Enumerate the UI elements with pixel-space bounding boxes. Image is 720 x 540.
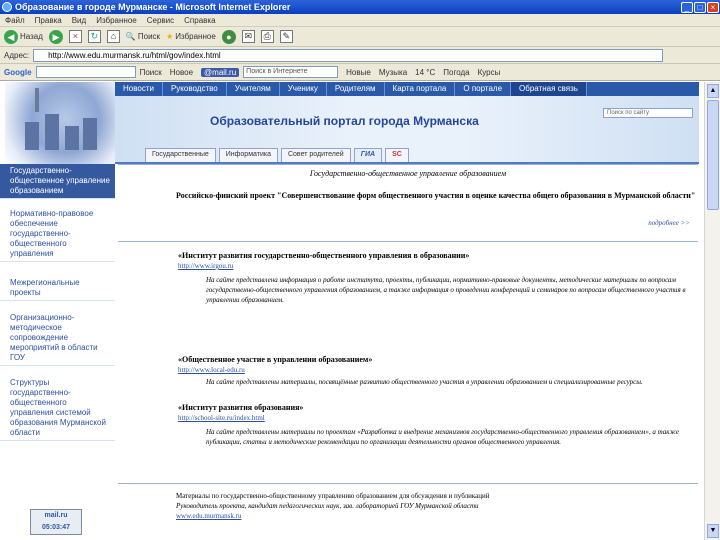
ie-icon [2, 2, 12, 12]
window-title-bar: Образование в городе Мурманске - Microso… [0, 0, 720, 14]
menu-view[interactable]: Вид [67, 16, 91, 25]
section-2-link[interactable]: http://www.local-edu.ru [178, 365, 678, 375]
page-title: Государственно-общественное управление о… [309, 169, 507, 178]
web-page: Новости Руководство Учителям Ученику Род… [0, 82, 704, 540]
section-1-text: На сайте представлена информация о работ… [206, 276, 686, 304]
star-icon: ★ [166, 32, 174, 41]
section-3-link[interactable]: http://school-site.ru/index.html [178, 413, 678, 423]
main-content: Государственно-общественное управление о… [118, 164, 698, 540]
mail-button[interactable]: ✉ [241, 30, 255, 43]
stop-button[interactable]: × [68, 30, 82, 43]
section-3-text: На сайте представлены материалы по проек… [206, 428, 680, 446]
search-icon: 🔍 [125, 32, 136, 41]
forward-button[interactable]: ▶ [48, 29, 63, 44]
mailru-search-input[interactable]: Поиск в Интернете [243, 66, 339, 78]
nav-parents[interactable]: Родителям [327, 82, 385, 96]
footer-line-1: Материалы по государственно-общественном… [176, 492, 490, 500]
nav-feedback[interactable]: Обратная связь [511, 82, 587, 96]
google-news-button[interactable]: Новое [170, 68, 193, 77]
menu-edit[interactable]: Правка [30, 16, 67, 25]
divider [118, 241, 698, 242]
search-button[interactable]: 🔍 Поиск [126, 32, 160, 41]
address-label: Адрес: [4, 50, 30, 60]
google-logo: Google [4, 67, 32, 77]
subtab-informatics[interactable]: Информатика [218, 148, 278, 162]
section-2-text: На сайте представлены материалы, посвящё… [206, 378, 643, 386]
nav-sitemap[interactable]: Карта портала [385, 82, 456, 96]
footer-link[interactable]: www.edu.murmansk.ru [176, 511, 696, 521]
back-button[interactable]: ◀ Назад [4, 29, 43, 44]
menu-favorites[interactable]: Избранное [91, 16, 142, 25]
section-1-title: «Институт развития государственно-общест… [178, 251, 470, 260]
scroll-thumb[interactable] [707, 100, 719, 210]
google-search-button[interactable]: Поиск [140, 68, 162, 77]
mailru-button[interactable]: @mail.ru [201, 67, 240, 77]
edit-button[interactable]: ✎ [279, 30, 293, 43]
sidebar-item-legal[interactable]: Нормативно-правовое обеспечение государс… [0, 207, 115, 262]
refresh-button[interactable]: ↻ [87, 30, 101, 43]
menu-help[interactable]: Справка [179, 16, 220, 25]
menu-tools[interactable]: Сервис [142, 16, 179, 25]
project-title[interactable]: Российско-финский проект "Совершенствова… [176, 191, 696, 201]
sidebar-item-projects[interactable]: Межрегиональные проекты [0, 276, 115, 301]
subtab-state[interactable]: Государственные [145, 148, 216, 162]
nav-management[interactable]: Руководство [163, 82, 227, 96]
back-arrow-icon: ◀ [4, 29, 18, 44]
site-title: Образовательный портал города Мурманска [210, 114, 479, 128]
more-link[interactable]: подробнее >> [648, 219, 690, 227]
section-tabs: Государственные Информатика Совет родите… [145, 148, 412, 162]
maximize-button[interactable]: □ [694, 1, 706, 13]
scroll-up-icon[interactable]: ▲ [707, 84, 719, 98]
menu-file[interactable]: Файл [0, 16, 30, 25]
home-button[interactable]: ⌂ [106, 30, 120, 43]
toolbar-link-rates[interactable]: Курсы [478, 68, 501, 77]
mail-icon: ✉ [241, 30, 255, 43]
home-icon: ⌂ [106, 30, 120, 43]
toolbar-weather[interactable]: 14 °C [415, 68, 435, 77]
section-3-title: «Институт развития образования» [178, 403, 304, 412]
divider [118, 483, 698, 484]
window-title: Образование в городе Мурманске - Microso… [15, 2, 291, 12]
edit-icon: ✎ [279, 30, 293, 43]
nav-news[interactable]: Новости [115, 82, 163, 96]
browser-toolbar: ◀ Назад ▶ × ↻ ⌂ 🔍 Поиск ★ Избранное ● ✉ … [0, 27, 720, 47]
stop-icon: × [68, 30, 82, 43]
visit-counter[interactable]: mail.ru 05:03:47 [30, 509, 82, 535]
subtab-gia[interactable]: ГИА [353, 148, 383, 162]
forward-arrow-icon: ▶ [48, 29, 63, 44]
sidebar-item-structures[interactable]: Структуры государственно-общественного у… [0, 376, 115, 441]
nav-students[interactable]: Ученику [280, 82, 327, 96]
toolbar-link-news[interactable]: Новые [346, 68, 371, 77]
site-search-input[interactable]: Поиск по сайту [603, 108, 693, 118]
address-bar: Адрес: http://www.edu.murmansk.ru/html/g… [0, 47, 720, 64]
toolbar-link-weather[interactable]: Погода [443, 68, 469, 77]
favorites-button[interactable]: ★ Избранное [166, 32, 216, 41]
toolbar-link-music[interactable]: Музыка [379, 68, 407, 77]
google-toolbar: Google Поиск Новое @mail.ru Поиск в Инте… [0, 64, 720, 81]
vertical-scrollbar[interactable]: ▲ ▼ [704, 82, 720, 540]
footer-line-2: Руководитель проекта, кандидат педагогич… [176, 502, 479, 510]
google-search-input[interactable] [35, 66, 136, 78]
address-input[interactable]: http://www.edu.murmansk.ru/html/gov/inde… [33, 48, 664, 62]
subtab-parents-council[interactable]: Совет родителей [280, 148, 351, 162]
scroll-down-icon[interactable]: ▼ [707, 524, 719, 538]
nav-about[interactable]: О портале [455, 82, 512, 96]
menu-bar: Файл Правка Вид Избранное Сервис Справка [0, 14, 720, 27]
print-button[interactable]: ⎙ [260, 30, 274, 43]
portal-logo-image [5, 82, 115, 164]
print-icon: ⎙ [260, 30, 274, 43]
site-nav: Новости Руководство Учителям Ученику Род… [115, 82, 699, 96]
subtab-sc[interactable]: SC [385, 148, 409, 162]
sidebar: Государственно-общественное управление о… [0, 164, 115, 540]
sidebar-item-methodology[interactable]: Организационно-методическое сопровождени… [0, 311, 115, 366]
media-icon: ● [221, 29, 236, 44]
close-button[interactable]: × [707, 1, 719, 13]
minimize-button[interactable]: _ [681, 1, 693, 13]
sidebar-item-gou[interactable]: Государственно-общественное управление о… [0, 164, 115, 199]
refresh-icon: ↻ [87, 30, 101, 43]
media-button[interactable]: ● [221, 29, 236, 44]
nav-teachers[interactable]: Учителям [227, 82, 280, 96]
section-1-link[interactable]: http://www.irgou.ru [178, 261, 678, 271]
section-2-title: «Общественное участие в управлении образ… [178, 355, 373, 364]
